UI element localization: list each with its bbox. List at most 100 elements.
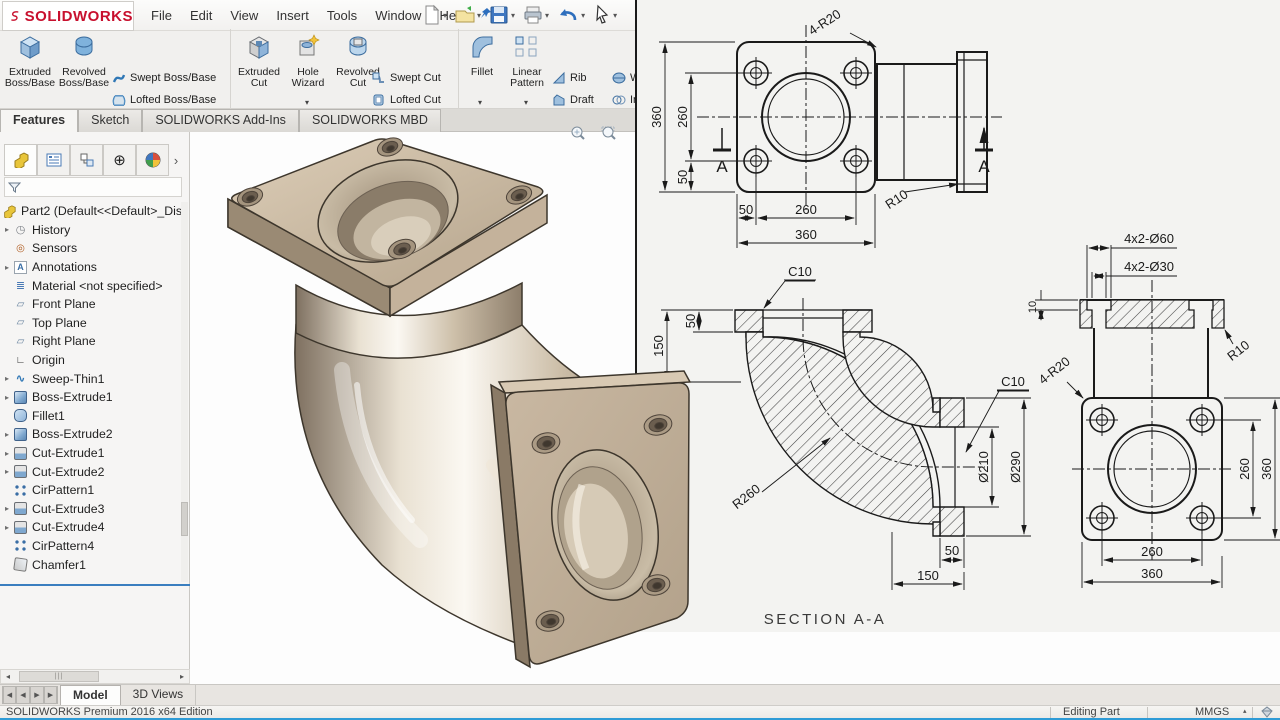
expand-arrow-icon[interactable]: ▸ <box>0 374 14 383</box>
rib-button[interactable]: Rib <box>552 68 587 88</box>
part-icon <box>3 205 16 218</box>
tree-item-right-plane[interactable]: ▱Right Plane <box>0 332 183 351</box>
expand-arrow-icon[interactable]: ▸ <box>0 504 14 513</box>
expand-arrow-icon[interactable]: ▸ <box>0 523 14 532</box>
swept-cut-button[interactable]: Swept Cut <box>372 68 441 88</box>
configurationmanager-tab[interactable] <box>70 144 103 176</box>
expand-arrow-icon[interactable]: ▸ <box>0 393 14 402</box>
units-caret-icon[interactable]: ▴ <box>1243 707 1247 715</box>
horizontal-scrollbar[interactable]: ◂ ||| ▸ <box>0 669 190 684</box>
tree-item-cut-extrude3[interactable]: ▸Cut-Extrude3 <box>0 500 183 519</box>
menu-view[interactable]: View <box>221 4 267 27</box>
expand-arrow-icon[interactable]: ▸ <box>0 225 14 234</box>
tab-3d-views[interactable]: 3D Views <box>121 685 196 705</box>
extruded-boss-base-button[interactable]: Extruded Boss/Base <box>4 33 56 89</box>
menu-edit[interactable]: Edit <box>181 4 221 27</box>
linear-pattern-button[interactable]: Linear Pattern <box>504 33 550 89</box>
tab-solidworks-mbd[interactable]: SOLIDWORKS MBD <box>299 109 441 132</box>
last-sheet-button[interactable]: ▶ <box>44 686 58 704</box>
tab-features[interactable]: Features <box>0 109 78 132</box>
menu-file[interactable]: File <box>142 4 181 27</box>
tree-root[interactable]: Part2 (Default<<Default>_Displa <box>0 202 183 221</box>
fillet-caret-icon[interactable]: ▾ <box>478 98 482 107</box>
dropdown-caret-icon[interactable]: ▾ <box>613 11 617 20</box>
fillet-button[interactable]: Fillet <box>462 33 502 78</box>
expand-arrow-icon[interactable]: ▸ <box>0 449 14 458</box>
tree-item-front-plane[interactable]: ▱Front Plane <box>0 295 183 314</box>
tree-item-cut-extrude2[interactable]: ▸Cut-Extrude2 <box>0 462 183 481</box>
undo-button[interactable]: ▾ <box>554 2 587 28</box>
tree-item-top-plane[interactable]: ▱Top Plane <box>0 314 183 333</box>
tree-item-cut-extrude1[interactable]: ▸Cut-Extrude1 <box>0 444 183 463</box>
tab-solidworks-add-ins[interactable]: SOLIDWORKS Add-Ins <box>142 109 299 132</box>
linear-pattern-icon <box>512 33 542 61</box>
circular-pattern-icon <box>14 539 27 552</box>
panel-splitter[interactable] <box>0 584 190 586</box>
units-selector[interactable]: MMGS <box>1195 706 1229 718</box>
scroll-left-icon[interactable]: ◂ <box>1 672 15 681</box>
revolved-boss-base-button[interactable]: Revolved Boss/Base <box>58 33 110 89</box>
tree-item-chamfer1[interactable]: Chamfer1 <box>0 555 183 574</box>
lofted-cut-button[interactable]: Lofted Cut <box>372 90 441 110</box>
hole-wizard-caret-icon[interactable]: ▾ <box>305 98 309 107</box>
hole-wizard-button[interactable]: Hole Wizard <box>284 33 332 89</box>
dropdown-caret-icon[interactable]: ▾ <box>477 11 481 20</box>
tree-item-fillet1[interactable]: Fillet1 <box>0 407 183 426</box>
scrollbar-thumb[interactable]: ||| <box>19 671 99 682</box>
logo-text: SOLIDWORKS <box>25 8 133 25</box>
tree-item-cirpattern4[interactable]: CirPattern4 <box>0 537 183 556</box>
dropdown-caret-icon[interactable]: ▾ <box>443 11 447 20</box>
prev-sheet-button[interactable]: ◀ <box>16 686 30 704</box>
propertymanager-tab[interactable] <box>37 144 70 176</box>
dim-label: 50 <box>739 202 753 217</box>
open-button[interactable]: ▾ <box>452 2 483 28</box>
drawing-panel: 360 260 50 50 260 360 4-R20 R10 A A C10 … <box>635 0 1280 632</box>
tree-item-cirpattern1[interactable]: CirPattern1 <box>0 481 183 500</box>
tree-item-boss-extrude1[interactable]: ▸Boss-Extrude1 <box>0 388 183 407</box>
tree-item-sweep-thin1[interactable]: ▸∿Sweep-Thin1 <box>0 369 183 388</box>
tree-filter-input[interactable] <box>4 177 182 197</box>
next-sheet-button[interactable]: ▶ <box>30 686 44 704</box>
boss-extrude-icon <box>14 391 27 404</box>
draft-button[interactable]: Draft <box>552 90 594 110</box>
plane-icon: ▱ <box>14 316 27 329</box>
displaymanager-tab[interactable] <box>136 144 169 176</box>
tree-item-cut-extrude4[interactable]: ▸Cut-Extrude4 <box>0 518 183 537</box>
scroll-right-icon[interactable]: ▸ <box>175 672 189 681</box>
lofted-boss-base-button[interactable]: Lofted Boss/Base <box>112 90 216 110</box>
print-button[interactable]: ▾ <box>520 2 551 28</box>
quick-access-toolbar: ▾ ▾ ▾ ▾ ▾ ▾ <box>420 2 619 28</box>
dropdown-caret-icon[interactable]: ▾ <box>511 11 515 20</box>
tab-model[interactable]: Model <box>60 685 121 705</box>
new-document-button[interactable]: ▾ <box>420 2 449 28</box>
tree-scrollbar[interactable] <box>181 202 188 582</box>
dropdown-caret-icon[interactable]: ▾ <box>581 11 585 20</box>
history-icon: ◷ <box>14 223 27 236</box>
scrollbar-thumb[interactable] <box>181 502 188 536</box>
menu-insert[interactable]: Insert <box>267 4 318 27</box>
featuremanager-tab[interactable] <box>4 144 37 176</box>
select-tool-button[interactable]: ▾ <box>590 2 619 28</box>
save-button[interactable]: ▾ <box>486 2 517 28</box>
dropdown-caret-icon[interactable]: ▾ <box>545 11 549 20</box>
3d-model-pipe-elbow[interactable] <box>192 135 702 680</box>
tree-item-annotations[interactable]: ▸AAnnotations <box>0 258 183 277</box>
dimxpertmanager-tab[interactable]: ⊕ <box>103 144 136 176</box>
first-sheet-button[interactable]: ◀ <box>2 686 16 704</box>
panel-tabs-more-icon[interactable]: › <box>169 144 183 176</box>
tree-item-origin[interactable]: ∟Origin <box>0 351 183 370</box>
tree-item-boss-extrude2[interactable]: ▸Boss-Extrude2 <box>0 425 183 444</box>
extruded-cut-button[interactable]: Extruded Cut <box>236 33 282 89</box>
tab-sketch[interactable]: Sketch <box>78 109 142 132</box>
sheet-tab-bar: ◀ ◀ ▶ ▶ Model 3D Views <box>0 684 1280 705</box>
tree-item-material[interactable]: ≣Material <not specified> <box>0 276 183 295</box>
swept-boss-base-button[interactable]: Swept Boss/Base <box>112 68 216 88</box>
tree-item-history[interactable]: ▸◷History <box>0 221 183 240</box>
expand-arrow-icon[interactable]: ▸ <box>0 263 14 272</box>
menu-tools[interactable]: Tools <box>318 4 366 27</box>
tree-item-sensors[interactable]: ◎Sensors <box>0 239 183 258</box>
part-icon <box>13 152 29 168</box>
expand-arrow-icon[interactable]: ▸ <box>0 430 14 439</box>
expand-arrow-icon[interactable]: ▸ <box>0 467 14 476</box>
linear-pattern-caret-icon[interactable]: ▾ <box>524 98 528 107</box>
